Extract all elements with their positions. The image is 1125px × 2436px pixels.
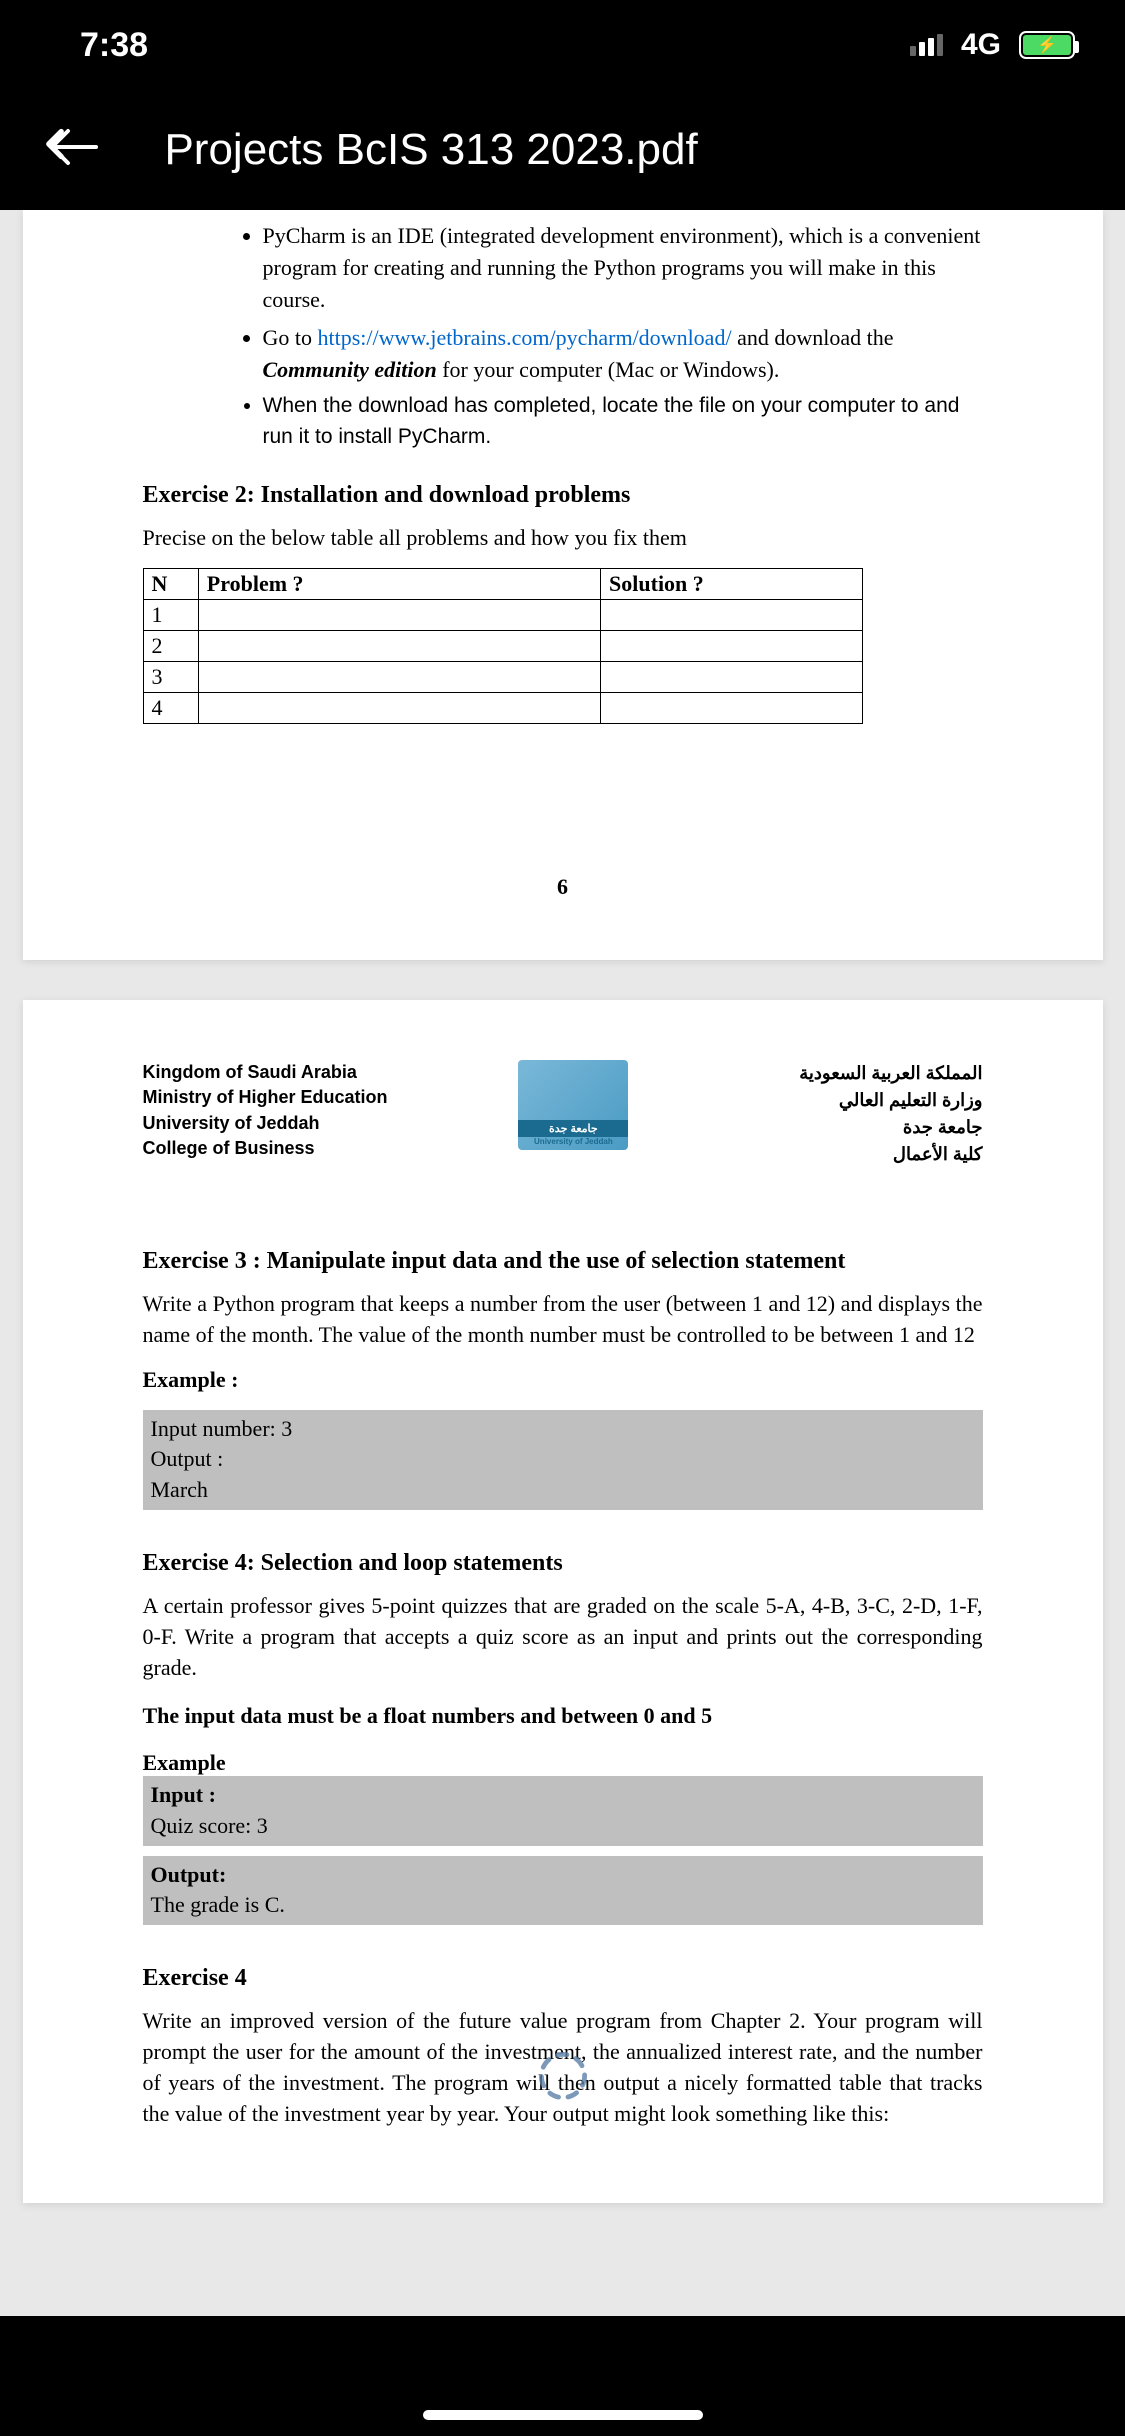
exercise-2-text: Precise on the below table all problems … [143,523,983,554]
exercise-4-bold: The input data must be a float numbers a… [143,1701,983,1732]
exercise-4-heading: Exercise 4: Selection and loop statement… [143,1550,983,1577]
exercise-3-heading: Exercise 3 : Manipulate input data and t… [143,1248,983,1275]
table-cell [198,631,600,662]
exercise-4-text: A certain professor gives 5-point quizze… [143,1591,983,1683]
network-label: 4G [961,28,1001,62]
table-cell: 1 [143,600,198,631]
letterhead: Kingdom of Saudi Arabia Ministry of High… [143,1060,983,1168]
list-item: When the download has completed, locate … [263,391,983,452]
instructions-list: PyCharm is an IDE (integrated developmen… [143,220,983,452]
exercise-4b-heading: Exercise 4 [143,1965,983,1992]
problems-table: N Problem ? Solution ? 1 2 3 4 [143,568,863,724]
page-number: 6 [143,874,983,900]
example-label: Example : [143,1365,983,1396]
table-header-n: N [143,569,198,600]
home-indicator[interactable] [423,2410,703,2420]
example-4-output-box: Output: The grade is C. [143,1856,983,1926]
download-link: https://www.jetbrains.com/pycharm/downlo… [318,325,732,350]
letterhead-left: Kingdom of Saudi Arabia Ministry of High… [143,1060,388,1161]
table-cell [601,600,862,631]
table-cell [198,693,600,724]
exercise-3-text: Write a Python program that keeps a numb… [143,1289,983,1351]
signal-icon [910,34,943,56]
table-cell [198,662,600,693]
pdf-page-7: Kingdom of Saudi Arabia Ministry of High… [23,1000,1103,2203]
university-logo: جامعة جدة University of Jeddah [518,1060,628,1150]
status-bar: 7:38 4G ⚡ [0,0,1125,90]
table-cell: 3 [143,662,198,693]
example-4-input-box: Input : Quiz score: 3 [143,1776,983,1846]
loading-spinner-icon [533,2046,593,2106]
status-time: 7:38 [80,26,148,65]
table-cell [601,631,862,662]
letterhead-right: المملكة العربية السعودية وزارة التعليم ا… [799,1060,982,1168]
battery-icon: ⚡ [1019,31,1075,59]
charging-icon: ⚡ [1037,35,1057,55]
app-header: Projects BcIS 313 2023.pdf [0,90,1125,210]
status-indicators: 4G ⚡ [910,28,1075,62]
table-header-solution: Solution ? [601,569,862,600]
table-cell [198,600,600,631]
table-cell [601,662,862,693]
example-3-box: Input number: 3 Output : March [143,1410,983,1510]
home-indicator-area [0,2316,1125,2436]
table-cell [601,693,862,724]
table-cell: 4 [143,693,198,724]
table-header-problem: Problem ? [198,569,600,600]
example-label-4: Example [143,1750,983,1776]
document-viewer[interactable]: PyCharm is an IDE (integrated developmen… [0,210,1125,2316]
table-cell: 2 [143,631,198,662]
exercise-2-heading: Exercise 2: Installation and download pr… [143,482,983,509]
pdf-page-6: PyCharm is an IDE (integrated developmen… [23,210,1103,960]
back-button[interactable] [30,119,104,182]
list-item: Go to https://www.jetbrains.com/pycharm/… [263,322,983,386]
list-item: PyCharm is an IDE (integrated developmen… [263,220,983,316]
document-title: Projects BcIS 313 2023.pdf [164,125,697,175]
